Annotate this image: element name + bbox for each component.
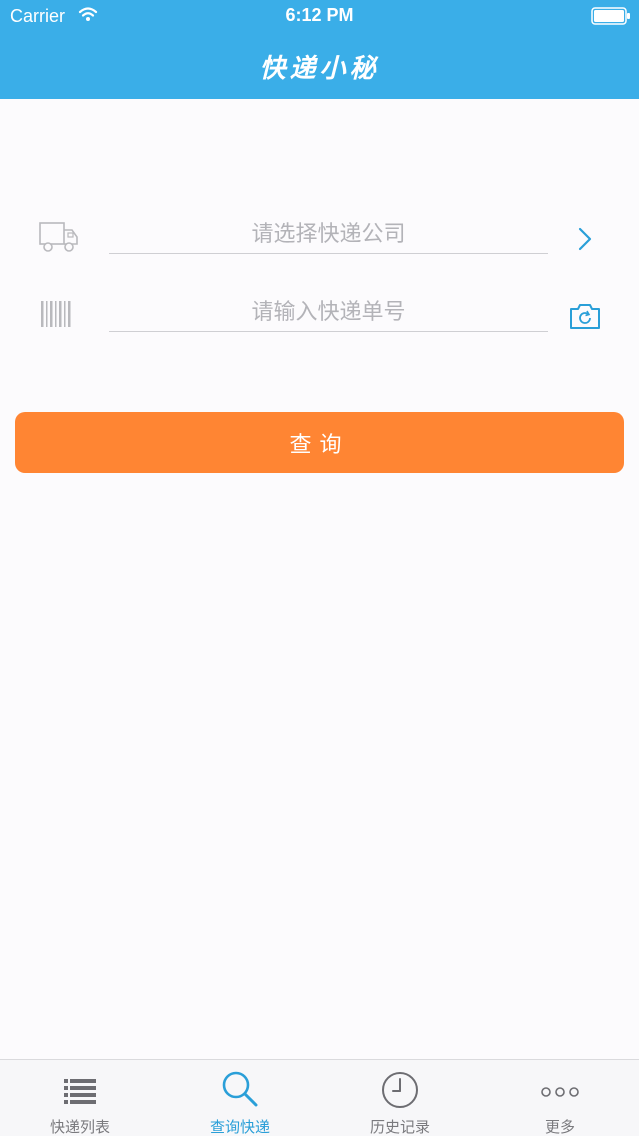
tab-label-more: 更多 bbox=[544, 1118, 575, 1136]
tab-query-express[interactable]: 查询快递 bbox=[160, 1060, 320, 1136]
battery-icon bbox=[591, 7, 630, 25]
tab-more[interactable]: 更多 bbox=[480, 1060, 639, 1136]
number-placeholder: 请输入快递单号 bbox=[251, 300, 406, 325]
search-icon bbox=[222, 1071, 258, 1107]
status-bar: Carrier 6:12 PM bbox=[0, 0, 639, 32]
tab-history[interactable]: 历史记录 bbox=[320, 1060, 480, 1136]
more-icon bbox=[541, 1087, 579, 1097]
tab-bar: 快递列表 查询快递 历史记录 更多 bbox=[0, 1059, 639, 1136]
tab-express-list[interactable]: 快递列表 bbox=[0, 1060, 160, 1136]
query-button[interactable]: 查询 bbox=[15, 412, 624, 473]
page-title: 快递小秘 bbox=[259, 54, 380, 84]
tracking-number-field[interactable]: 请输入快递单号 bbox=[109, 286, 548, 332]
barcode-icon bbox=[41, 301, 71, 327]
tab-label-history: 历史记录 bbox=[369, 1118, 430, 1136]
company-placeholder: 请选择快递公司 bbox=[251, 222, 406, 247]
nav-header: Carrier 6:12 PM 快递小秘 bbox=[0, 0, 639, 99]
tab-label-express-list: 快递列表 bbox=[49, 1118, 110, 1136]
query-button-label: 查询 bbox=[289, 433, 350, 458]
list-icon bbox=[64, 1079, 96, 1104]
camera-icon[interactable] bbox=[568, 302, 602, 330]
chevron-right-icon[interactable] bbox=[574, 226, 596, 252]
clock-icon bbox=[382, 1072, 418, 1108]
truck-icon bbox=[39, 222, 78, 252]
company-select-field[interactable]: 请选择快递公司 bbox=[109, 208, 548, 254]
tab-label-query-express: 查询快递 bbox=[209, 1118, 270, 1136]
status-time: 6:12 PM bbox=[285, 5, 354, 25]
